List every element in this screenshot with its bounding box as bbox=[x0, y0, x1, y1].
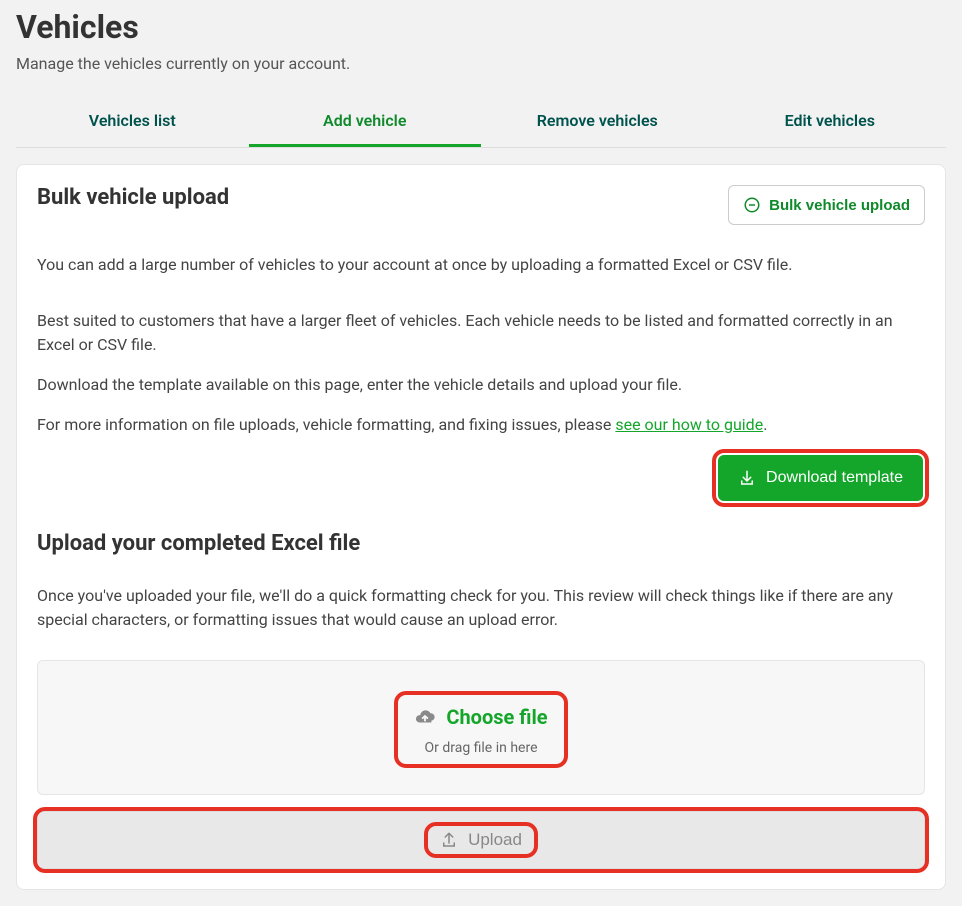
bulk-upload-card: Bulk vehicle upload Bulk vehicle upload … bbox=[16, 164, 946, 890]
upload-icon bbox=[440, 831, 458, 849]
card-title: Bulk vehicle upload bbox=[37, 185, 229, 210]
upload-button-label: Upload bbox=[468, 830, 522, 850]
collapse-button[interactable]: Bulk vehicle upload bbox=[728, 185, 925, 225]
tab-add-vehicle[interactable]: Add vehicle bbox=[249, 97, 482, 147]
upload-button[interactable]: Upload bbox=[37, 811, 925, 869]
upload-section-text: Once you've uploaded your file, we'll do… bbox=[37, 584, 925, 632]
intro-text-1: You can add a large number of vehicles t… bbox=[37, 253, 925, 277]
intro-text-4: For more information on file uploads, ve… bbox=[37, 413, 925, 437]
tab-remove-vehicles[interactable]: Remove vehicles bbox=[481, 97, 714, 147]
choose-file-button[interactable]: Choose file bbox=[414, 705, 547, 729]
highlight-upload: Upload bbox=[37, 811, 925, 869]
intro-text-3: Download the template available on this … bbox=[37, 373, 925, 397]
file-dropzone[interactable]: Choose file Or drag file in here bbox=[37, 660, 925, 795]
tab-edit-vehicles[interactable]: Edit vehicles bbox=[714, 97, 947, 147]
download-template-button[interactable]: Download template bbox=[718, 455, 923, 501]
highlight-choose-file: Choose file Or drag file in here bbox=[398, 695, 563, 764]
collapse-icon bbox=[743, 196, 761, 214]
page-title: Vehicles bbox=[16, 8, 946, 46]
cloud-upload-icon bbox=[414, 706, 436, 728]
intro-text-2: Best suited to customers that have a lar… bbox=[37, 309, 925, 357]
tab-vehicles-list[interactable]: Vehicles list bbox=[16, 97, 249, 147]
download-icon bbox=[738, 469, 756, 487]
upload-section-title: Upload your completed Excel file bbox=[37, 531, 925, 556]
how-to-guide-link[interactable]: see our how to guide bbox=[615, 415, 763, 434]
intro-text-4-suffix: . bbox=[763, 415, 767, 434]
download-template-label: Download template bbox=[766, 469, 903, 487]
intro-text-4-prefix: For more information on file uploads, ve… bbox=[37, 415, 615, 434]
collapse-button-label: Bulk vehicle upload bbox=[769, 197, 910, 214]
drop-hint: Or drag file in here bbox=[414, 740, 547, 756]
highlight-upload-inner: Upload bbox=[428, 826, 534, 854]
choose-file-label: Choose file bbox=[446, 705, 547, 729]
highlight-download: Download template bbox=[716, 453, 925, 503]
page-subtitle: Manage the vehicles currently on your ac… bbox=[16, 54, 946, 73]
tabs: Vehicles list Add vehicle Remove vehicle… bbox=[16, 97, 946, 148]
